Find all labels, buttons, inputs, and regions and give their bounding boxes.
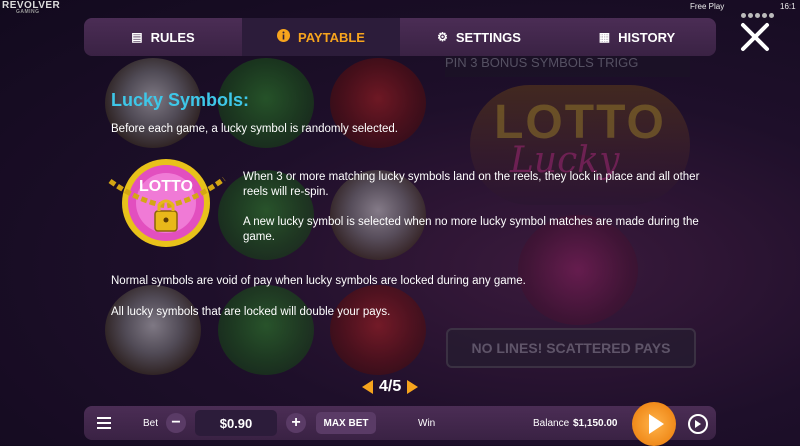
- tab-paytable[interactable]: PAYTABLE: [242, 18, 400, 56]
- increase-bet-button[interactable]: +: [286, 413, 306, 433]
- bet-label: Bet: [143, 418, 159, 429]
- bg-reel-symbol-clover: [218, 285, 314, 375]
- info-icon: [277, 29, 291, 45]
- spin-button[interactable]: [632, 402, 676, 446]
- next-page-icon[interactable]: [407, 380, 419, 394]
- more-options-icon[interactable]: [741, 5, 779, 18]
- tab-label: RULES: [150, 29, 195, 45]
- tab-settings[interactable]: ⚙ SETTINGS: [400, 18, 558, 56]
- win-label: Win: [418, 418, 436, 429]
- tab-history[interactable]: ▦ HISTORY: [558, 18, 716, 56]
- bet-value: $0.90: [195, 410, 277, 436]
- brand-logo: REVOLVER GAMING: [2, 0, 60, 15]
- paragraph-double: All lucky symbols that are locked will d…: [111, 306, 391, 318]
- max-bet-button[interactable]: MAX BET: [316, 412, 376, 434]
- lucky-icon-text: LOTTO: [139, 178, 193, 195]
- decrease-bet-button[interactable]: −: [166, 413, 186, 433]
- paragraph-lock: When 3 or more matching lucky symbols la…: [243, 171, 700, 198]
- paragraph-new-symbol: A new lucky symbol is selected when no m…: [243, 216, 699, 243]
- lucky-symbol-icon: LOTTO: [108, 151, 228, 251]
- intro-text: Before each game, a lucky symbol is rand…: [111, 123, 398, 135]
- balance-value: $1,150.00: [573, 418, 618, 429]
- autoplay-icon[interactable]: [688, 414, 708, 434]
- paragraph-void: Normal symbols are void of pay when luck…: [111, 275, 526, 287]
- menu-icon[interactable]: [97, 417, 111, 429]
- tab-rules[interactable]: ▤ RULES: [84, 18, 242, 56]
- bg-reel-symbol-bunny: [105, 285, 201, 375]
- bg-nolines-banner: NO LINES! SCATTERED PAYS: [446, 328, 696, 368]
- play-mode-label: Free Play: [690, 2, 725, 11]
- close-icon[interactable]: [738, 20, 772, 54]
- balance-label: Balance: [533, 418, 570, 429]
- bg-reel-symbol-dice: [330, 285, 426, 375]
- calendar-icon: ▦: [598, 30, 611, 44]
- document-icon: ▤: [131, 30, 143, 44]
- gear-icon: ⚙: [437, 30, 448, 44]
- tab-bar: ▤ RULES PAYTABLE ⚙ SETTINGS ▦ HISTORY: [84, 18, 716, 56]
- clock: 16:1: [780, 2, 796, 11]
- page-indicator: 4/5: [379, 378, 402, 395]
- bg-bonus-banner: PIN 3 BONUS SYMBOLS TRIGG: [445, 55, 690, 77]
- tab-label: PAYTABLE: [298, 29, 365, 45]
- previous-page-icon[interactable]: [362, 380, 373, 394]
- tab-label: SETTINGS: [455, 29, 521, 45]
- tab-label: HISTORY: [618, 29, 676, 45]
- pagination: 4/5: [362, 378, 419, 396]
- section-heading: Lucky Symbols:: [111, 90, 250, 110]
